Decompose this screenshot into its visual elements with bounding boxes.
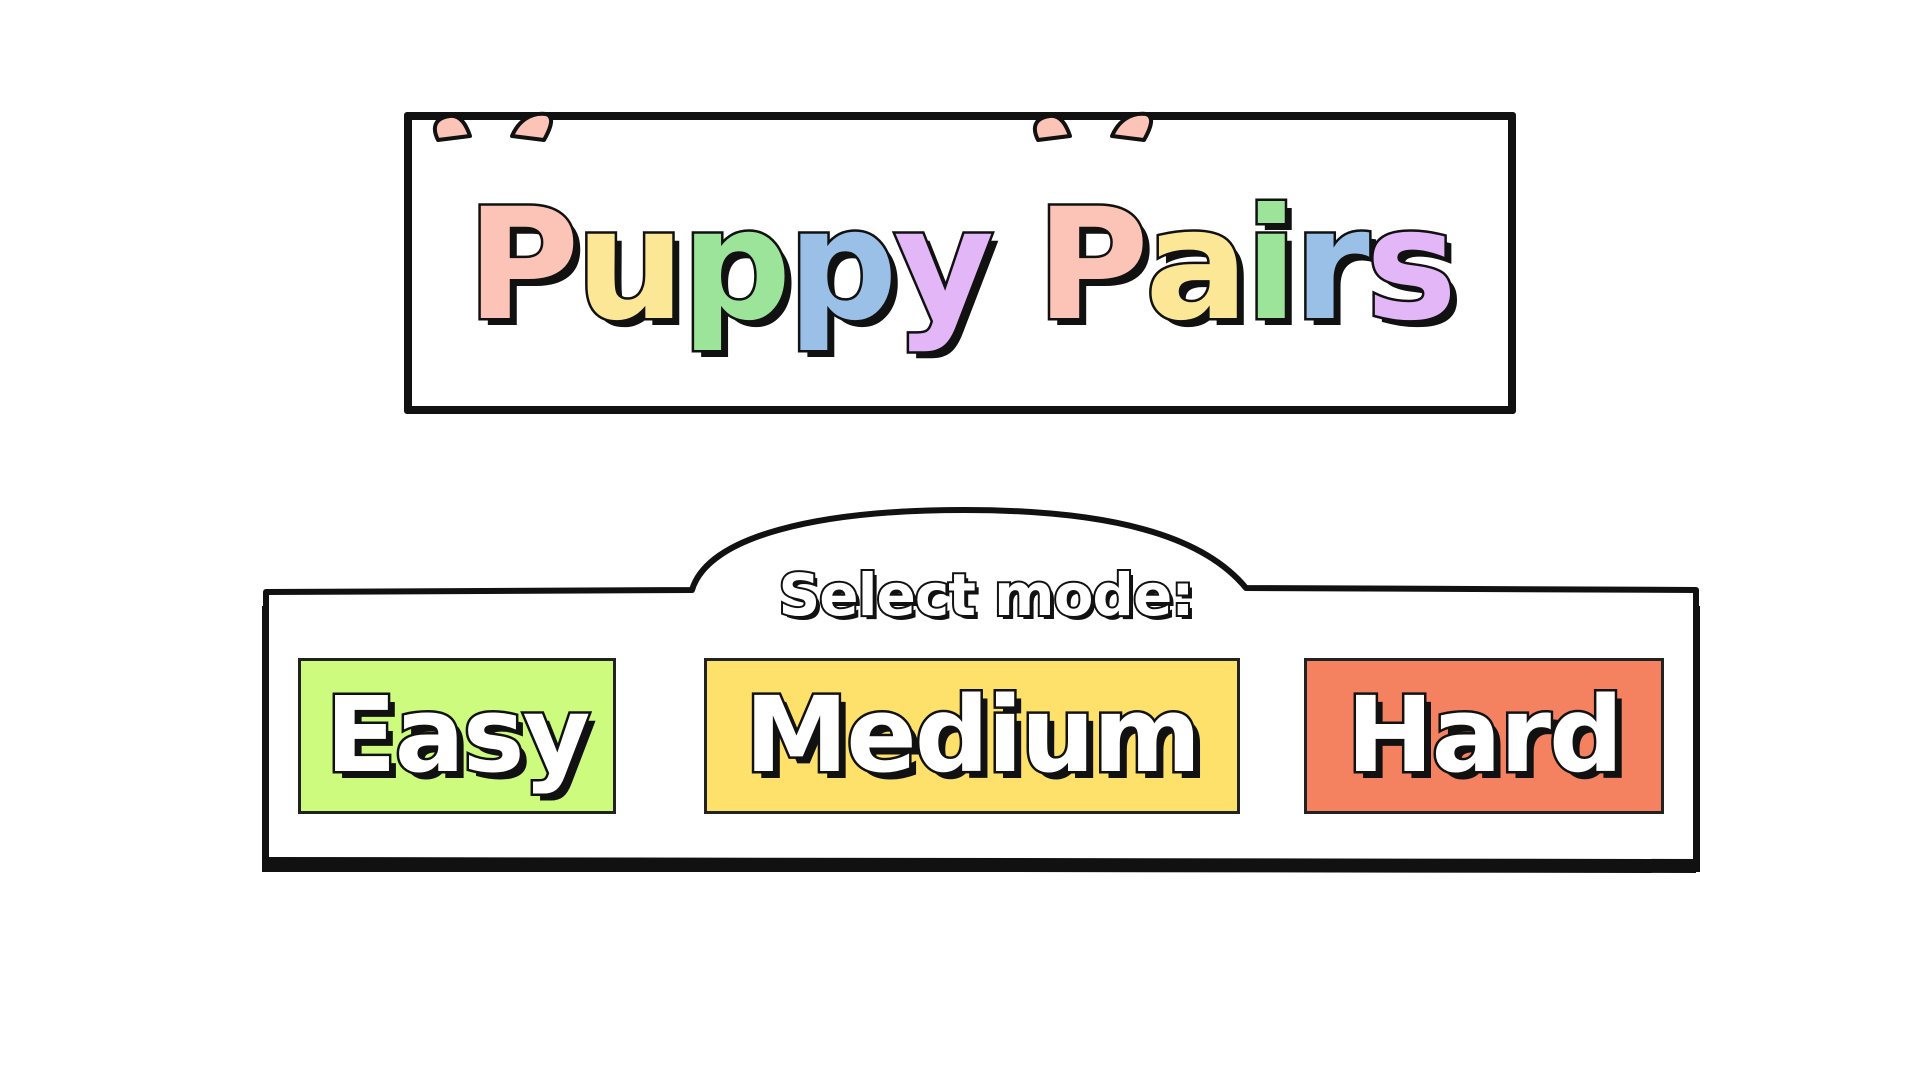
hard-button[interactable]: Hard <box>1304 658 1664 814</box>
title-letter: y <box>891 176 996 355</box>
title-letter: P <box>1034 176 1152 355</box>
title-letter: i <box>1242 176 1300 355</box>
title-letter: a <box>1142 176 1251 355</box>
game-screen: Puppy Pairs Select mode: Easy Medium Har… <box>0 0 1920 1080</box>
easy-button[interactable]: Easy <box>298 658 616 814</box>
title-letter: u <box>573 176 688 355</box>
hard-button-label: Hard <box>1344 672 1626 799</box>
title-letter: s <box>1363 176 1460 355</box>
select-mode-label: Select mode: <box>777 559 1197 631</box>
game-title: Puppy Pairs <box>412 176 1508 355</box>
mode-select-panel: Select mode: Easy Medium Hard <box>258 506 1704 878</box>
title-letter: p <box>785 176 900 355</box>
title-letter: r <box>1291 176 1372 355</box>
title-panel: Puppy Pairs <box>404 111 1516 414</box>
medium-button-label: Medium <box>742 672 1204 799</box>
title-letter: P <box>464 176 582 355</box>
title-letter: p <box>679 176 794 355</box>
puppy-ears-icon <box>432 111 553 142</box>
easy-button-label: Easy <box>323 672 593 799</box>
puppy-ears-icon <box>1032 111 1153 142</box>
medium-button[interactable]: Medium <box>704 658 1240 814</box>
